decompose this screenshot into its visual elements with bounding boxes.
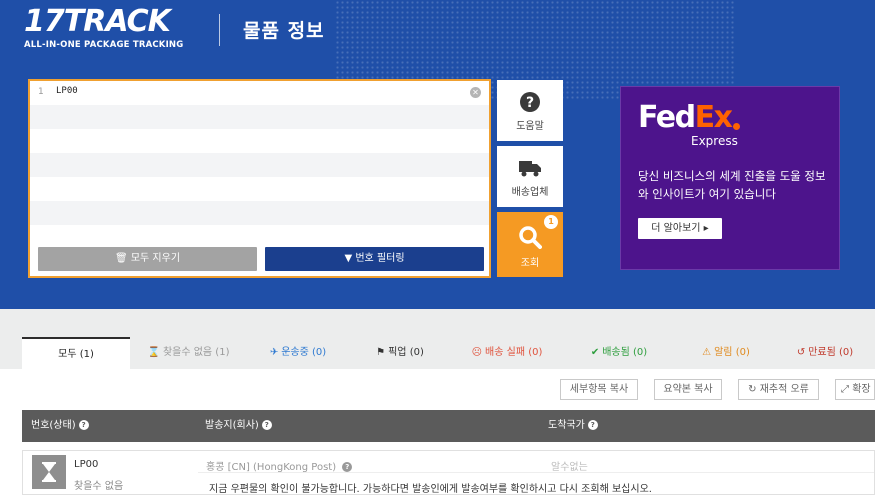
tracking-status: 찾을수 없음: [74, 481, 124, 492]
tab-delivered[interactable]: ✔ 배송됨 (0): [563, 337, 675, 369]
copy-summary-button[interactable]: 요약본 복사: [654, 379, 722, 400]
table-row[interactable]: LP00 찾을수 없음 홍콩 [CN] (HongKong Post) ? 알수…: [22, 450, 875, 495]
carrier-button[interactable]: 배송업체: [497, 146, 563, 207]
tab-label: 모두 (1): [58, 349, 94, 360]
input-line[interactable]: [30, 129, 489, 153]
trash-icon: 🗑: [114, 253, 128, 264]
tab-all[interactable]: 모두 (1): [22, 337, 130, 369]
question-icon: ?: [520, 92, 540, 112]
help-label: 도움말: [516, 121, 544, 132]
status-tabs: 모두 (1) ⌛ 찾을수 없음 (1) ✈ 운송중 (0) ⚑ 픽업 (0) ☹ 배송 …: [22, 337, 873, 369]
clear-input-icon[interactable]: ✕: [470, 87, 481, 98]
input-line[interactable]: [30, 201, 489, 225]
column-label: 발송지(회사): [205, 420, 259, 431]
fedex-express-label: Express: [691, 134, 738, 148]
destination-country: 알수없는: [551, 462, 588, 473]
tab-label: 배송 실패 (0): [485, 347, 543, 358]
column-destination: 도착국가?: [548, 410, 598, 442]
fedex-logo-ex: Ex: [694, 100, 733, 135]
fedex-logo-fed: Fed: [638, 100, 696, 135]
carrier-label: 배송업체: [511, 187, 549, 198]
flag-icon: ⚑: [376, 347, 386, 358]
hourglass-icon: [32, 455, 66, 489]
tracking-number[interactable]: LP00: [74, 459, 98, 470]
logo[interactable]: 17TRACK ALL-IN-ONE PACKAGE TRACKING: [24, 6, 189, 52]
fedex-logo: FedEx: [638, 100, 741, 135]
copy-details-button[interactable]: 세부항목 복사: [560, 379, 638, 400]
question-icon[interactable]: ?: [261, 420, 272, 430]
tab-in-transit[interactable]: ✈ 운송중 (0): [247, 337, 349, 369]
filter-icon: ▼: [344, 253, 353, 264]
column-number-status: 번호(상태)?: [31, 410, 89, 442]
line-number: 1: [38, 87, 44, 97]
column-origin: 발송지(회사)?: [205, 410, 272, 442]
query-count-badge: 1: [544, 215, 558, 229]
column-label: 번호(상태): [31, 420, 76, 431]
filter-label: 번호 필터링: [355, 253, 405, 264]
refresh-icon: ↻: [748, 384, 757, 395]
expand-label: 확장: [852, 384, 871, 395]
tab-pickup[interactable]: ⚑ 픽업 (0): [349, 337, 451, 369]
clear-all-label: 모두 지우기: [130, 253, 181, 264]
search-button[interactable]: 1 조회: [497, 212, 563, 277]
ad-text: 당신 비즈니스의 세계 진출을 도울 정보와 인사이트가 여기 있습니다: [638, 169, 826, 201]
check-icon: ✔: [590, 347, 600, 358]
header-divider: [219, 14, 220, 46]
logo-wordmark: 17TRACK: [24, 4, 171, 39]
learn-more-button[interactable]: 더 알아보기 ▸: [638, 218, 722, 239]
tab-not-found[interactable]: ⌛ 찾을수 없음 (1): [130, 337, 247, 369]
results-table-header: 번호(상태)? 발송지(회사)? 도착국가?: [22, 410, 875, 442]
sad-face-icon: ☹: [471, 347, 483, 358]
tab-delivery-failed[interactable]: ☹ 배송 실패 (0): [451, 337, 563, 369]
fedex-ad[interactable]: FedEx Express 당신 비즈니스의 세계 진출을 도울 정보와 인사이…: [620, 86, 840, 270]
input-line[interactable]: [30, 177, 489, 201]
input-line[interactable]: [30, 153, 489, 177]
warning-icon: ⚠: [702, 347, 712, 358]
page-title: 물품 정보: [243, 20, 325, 42]
tab-label: 픽업 (0): [388, 347, 424, 358]
question-icon[interactable]: ?: [587, 420, 598, 430]
search-label: 조회: [520, 258, 540, 269]
retrack-errors-label: 재추적 오류: [759, 384, 809, 395]
registered-dot: [733, 123, 741, 130]
filter-numbers-button[interactable]: ▼ 번호 필터링: [265, 247, 484, 271]
tab-label: 찾을수 없음 (1): [162, 347, 230, 358]
search-icon: [519, 226, 542, 249]
tab-label: 만료됨 (0): [808, 347, 854, 358]
input-line[interactable]: [30, 105, 489, 129]
logo-tagline: ALL-IN-ONE PACKAGE TRACKING: [24, 40, 184, 50]
expand-icon: ⤢: [841, 384, 849, 395]
input-line[interactable]: 1 LP00 ✕: [30, 81, 489, 105]
origin-carrier: 홍콩 [CN] (HongKong Post) ?: [206, 458, 353, 473]
retrack-errors-button[interactable]: ↻ 재추적 오류: [738, 379, 819, 400]
clear-all-button[interactable]: 🗑 모두 지우기: [38, 247, 257, 271]
tracking-number-text: LP00: [56, 86, 78, 96]
tracking-message: 지금 우편물의 확인이 불가능합니다. 가능하다면 발송인에게 발송여부를 확인…: [209, 484, 652, 495]
tab-label: 운송중 (0): [281, 347, 327, 358]
tab-alert[interactable]: ⚠ 알림 (0): [675, 337, 777, 369]
column-label: 도착국가: [548, 420, 585, 431]
row-divider: [198, 472, 874, 473]
hourglass-icon: ⌛: [147, 347, 160, 358]
expand-button[interactable]: ⤢ 확장: [835, 379, 875, 400]
plane-icon: ✈: [269, 347, 279, 358]
tab-label: 알림 (0): [714, 347, 750, 358]
tab-label: 배송됨 (0): [602, 347, 648, 358]
help-button[interactable]: ? 도움말: [497, 80, 563, 141]
truck-icon: [519, 161, 541, 177]
question-icon[interactable]: ?: [342, 462, 353, 472]
tracking-number-input[interactable]: 1 LP00 ✕ 🗑 모두 지우기 ▼ 번호 필터링: [28, 79, 491, 278]
question-icon[interactable]: ?: [78, 420, 89, 430]
history-icon: ↺: [796, 347, 806, 358]
svg-text:?: ?: [526, 95, 534, 111]
tab-expired[interactable]: ↺ 만료됨 (0): [777, 337, 873, 369]
